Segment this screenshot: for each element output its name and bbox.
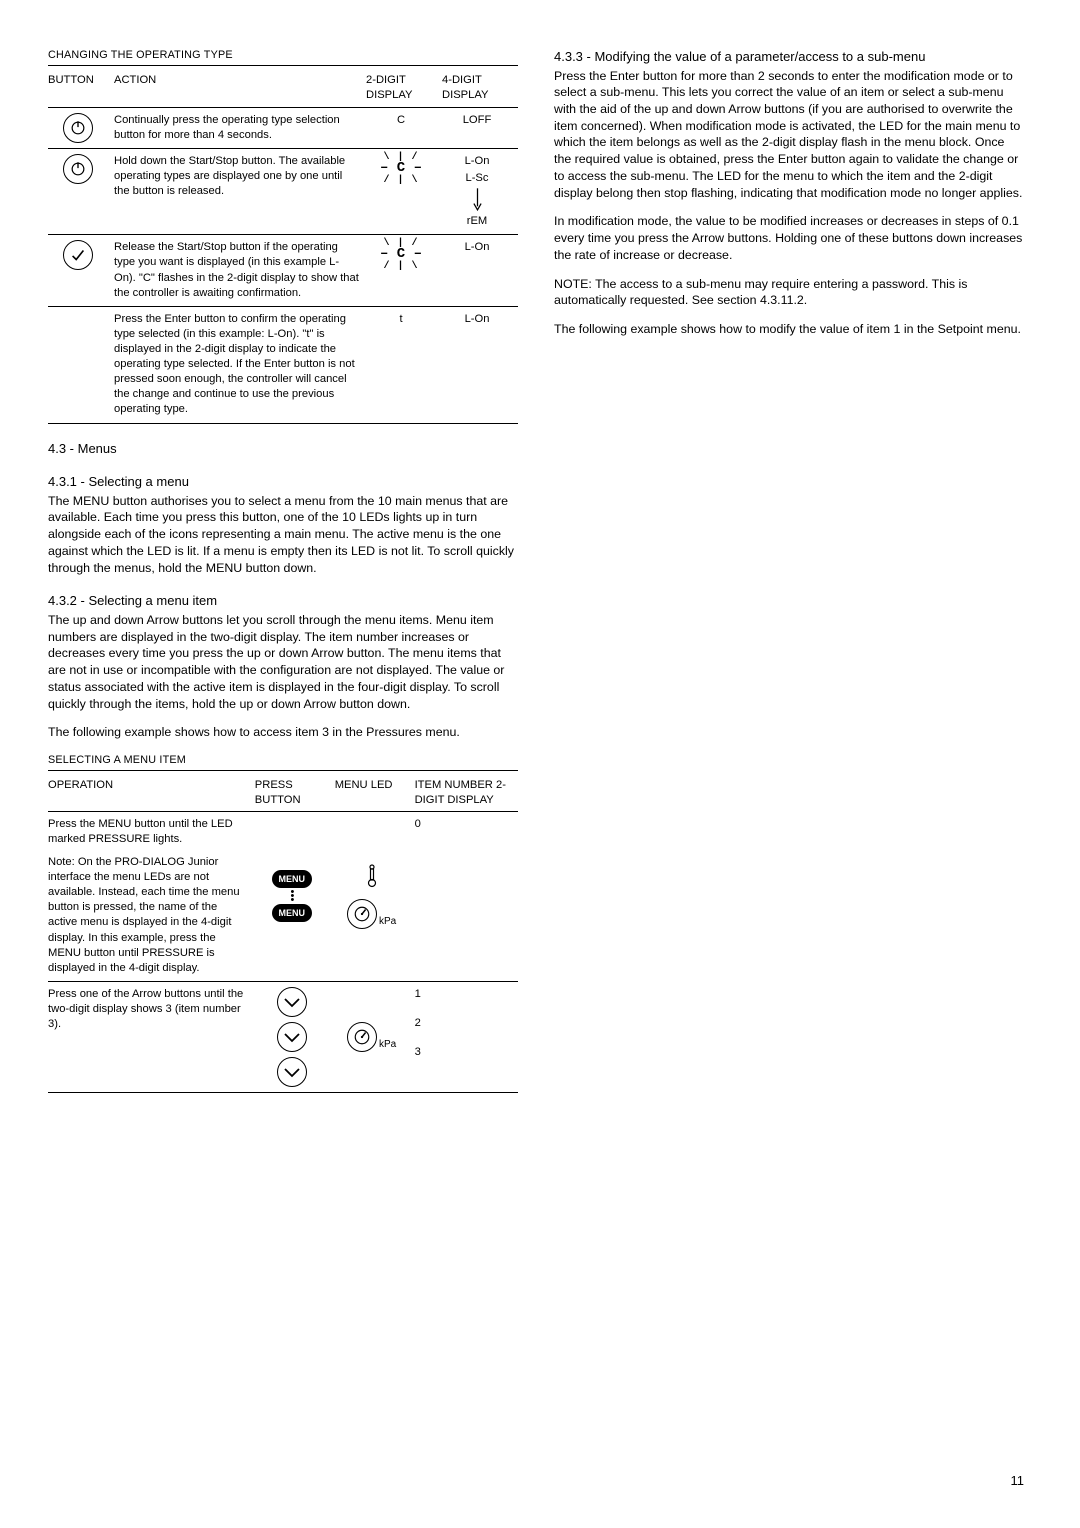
kpa-label: kPa <box>379 1038 396 1052</box>
section-4-3-3-text2: In modification mode, the value to be mo… <box>554 213 1024 263</box>
btn-cell <box>48 306 114 423</box>
enter-icon <box>63 240 93 270</box>
d4-cell: L-On <box>442 306 518 423</box>
d4-cell: LOFF <box>442 107 518 148</box>
action-cell: Continually press the operating type sel… <box>114 107 366 148</box>
action-cell: Press the Enter button to confirm the op… <box>114 306 366 423</box>
operating-type-table: BUTTON ACTION 2-DIGIT DISPLAY 4-DIGIT DI… <box>48 68 518 424</box>
th-menu-led: MENU LED <box>335 773 415 812</box>
section-4-3-3-text3: NOTE: The access to a sub-menu may requi… <box>554 276 1024 309</box>
num-cell: 0 <box>415 811 518 981</box>
arrow-down-button-icon <box>277 1022 307 1052</box>
flashing-c-icon: \ | / – C – / | \ <box>380 240 422 271</box>
op-cell: Press the MENU button until the LED mark… <box>48 811 255 981</box>
section-4-3-1-text: The MENU button authorises you to select… <box>48 493 518 577</box>
kpa-label: kPa <box>379 915 396 929</box>
action-cell: Hold down the Start/Stop button. The ava… <box>114 149 366 235</box>
flashing-c-icon: \ | / – C – / | \ <box>380 154 422 185</box>
n1: 1 <box>415 987 421 1002</box>
thermometer-icon <box>366 864 378 893</box>
d4-cell: L-On <box>442 235 518 306</box>
th-4digit: 4-DIGIT DISPLAY <box>442 68 518 108</box>
section-4-3-2-text2: The following example shows how to acces… <box>48 724 518 741</box>
kpa-gauge-icon: kPa <box>347 899 396 929</box>
th-action: ACTION <box>114 68 366 108</box>
n3: 3 <box>415 1045 421 1060</box>
btn-cell <box>48 149 114 235</box>
page-number: 11 <box>1011 1472 1025 1490</box>
d2-cell: \ | / – C – / | \ <box>366 235 442 306</box>
two-column-layout: CHANGING THE OPERATING TYPE BUTTON ACTIO… <box>48 48 1024 1093</box>
section-4-3-2-text1: The up and down Arrow buttons let you sc… <box>48 612 518 712</box>
table1-title: CHANGING THE OPERATING TYPE <box>48 48 518 66</box>
menu-label: MENU <box>272 904 312 922</box>
arrow-down-button-icon <box>277 1057 307 1087</box>
d4-b: L-Sc <box>465 171 488 186</box>
d2-cell: t <box>366 306 442 423</box>
d4-c: rEM <box>467 214 488 229</box>
num-cell: 1 2 3 <box>415 981 518 1092</box>
start-stop-icon <box>63 154 93 184</box>
start-stop-icon <box>63 113 93 143</box>
op-row1a: Press the MENU button until the LED mark… <box>48 817 249 847</box>
press-cell <box>255 981 335 1092</box>
th-operation: OPERATION <box>48 773 255 812</box>
press-cell: MENU ••• MENU <box>255 811 335 981</box>
btn-cell <box>48 235 114 306</box>
right-column: 4.3.3 - Modifying the value of a paramet… <box>554 48 1024 1093</box>
btn-cell <box>48 107 114 148</box>
op-row1b: Note: On the PRO-DIALOG Junior interface… <box>48 855 249 976</box>
th-2digit: 2-DIGIT DISPLAY <box>366 68 442 108</box>
arrow-down-button-icon <box>277 987 307 1017</box>
section-4-3-3-heading: 4.3.3 - Modifying the value of a paramet… <box>554 48 1024 66</box>
th-press-button: PRESS BUTTON <box>255 773 335 812</box>
n2: 2 <box>415 1016 421 1031</box>
section-4-3-1-heading: 4.3.1 - Selecting a menu <box>48 473 518 491</box>
d2-cell: \ | / – C – / | \ <box>366 149 442 235</box>
section-4-3-heading: 4.3 - Menus <box>48 440 518 458</box>
th-item-number: ITEM NUMBER 2-DIGIT DISPLAY <box>415 773 518 812</box>
menu-item-table: OPERATION PRESS BUTTON MENU LED ITEM NUM… <box>48 773 518 1093</box>
d4-a: L-On <box>465 154 490 169</box>
action-cell: Release the Start/Stop button if the ope… <box>114 235 366 306</box>
gauge-icon <box>347 1022 377 1052</box>
table2-title: SELECTING A MENU ITEM <box>48 753 518 771</box>
d4-cell: L-On L-Sc rEM <box>442 149 518 235</box>
th-button: BUTTON <box>48 68 114 108</box>
menu-button-icon: MENU ••• MENU <box>272 870 312 922</box>
section-4-3-2-heading: 4.3.2 - Selecting a menu item <box>48 592 518 610</box>
dots-icon: ••• <box>291 890 293 902</box>
led-cell: kPa <box>335 811 415 981</box>
d2-cell: C <box>366 107 442 148</box>
left-column: CHANGING THE OPERATING TYPE BUTTON ACTIO… <box>48 48 518 1093</box>
section-4-3-3-text1: Press the Enter button for more than 2 s… <box>554 68 1024 202</box>
section-4-3-3-text4: The following example shows how to modif… <box>554 321 1024 338</box>
op-cell: Press one of the Arrow buttons until the… <box>48 981 255 1092</box>
gauge-icon <box>347 899 377 929</box>
arrow-down-icon <box>473 188 482 212</box>
kpa-gauge-icon: kPa <box>347 1022 396 1052</box>
led-cell: kPa <box>335 981 415 1092</box>
